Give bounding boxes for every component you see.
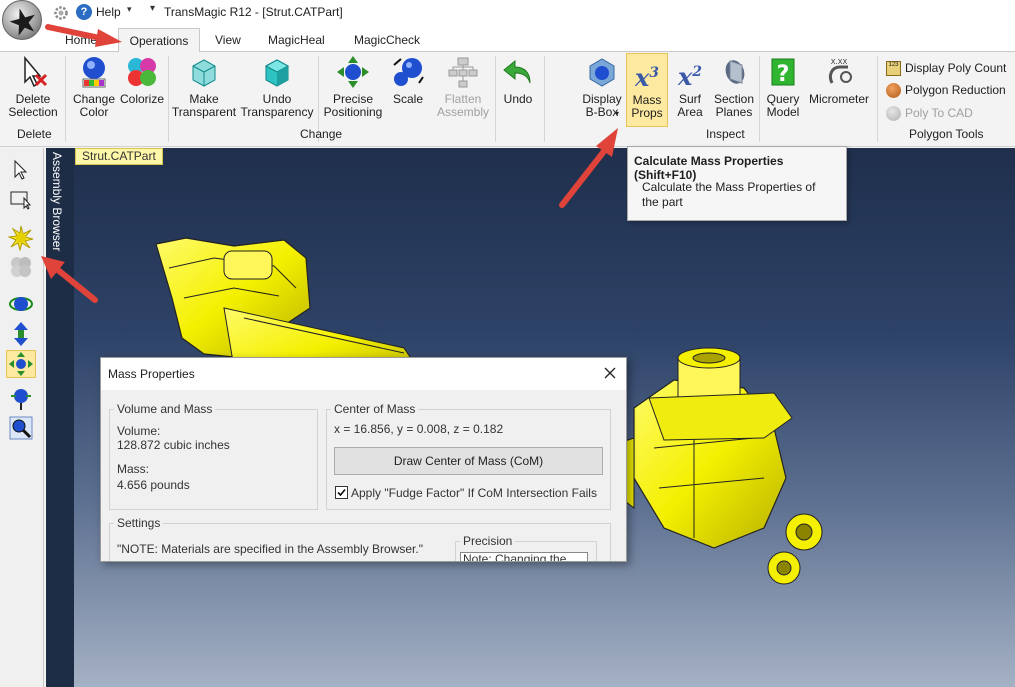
precision-legend: Precision [463,534,513,548]
mass-props-tooltip: Calculate Mass Properties (Shift+F10) Ca… [627,146,847,221]
tooltip-title: Calculate Mass Properties (Shift+F10) [634,154,784,182]
close-icon[interactable] [602,365,618,381]
annotation-arrows [41,24,618,303]
checkmark-icon [337,488,346,497]
center-of-mass-coords: x = 16.856, y = 0.008, z = 0.182 [334,422,504,436]
fudge-factor-checkbox[interactable] [335,486,348,499]
draw-center-of-mass-button[interactable]: Draw Center of Mass (CoM) [334,447,603,475]
mass-properties-dialog: Mass Properties Volume and Mass Volume: … [100,357,627,562]
volume-mass-group: Volume and Mass [109,402,318,510]
volume-label: Volume: [117,424,161,438]
arrow-to-operations-tab [45,24,122,47]
dialog-title: Mass Properties [108,367,195,381]
settings-note: "NOTE: Materials are specified in the As… [117,542,423,556]
center-of-mass-legend: Center of Mass [334,402,416,416]
volume-value: 128.872 cubic inches [117,438,230,452]
tooltip-body: Calculate the Mass Properties of the par… [642,180,816,209]
arrow-to-mass-props [559,128,618,208]
dialog-title-bar: Mass Properties [101,358,626,390]
precision-note: Note: Changing the [460,552,588,561]
fudge-factor-label: Apply "Fudge Factor" If CoM Intersection… [351,486,597,500]
arrow-to-highlight-tool [41,256,98,303]
settings-legend: Settings [117,516,161,530]
mass-label: Mass: [117,462,150,476]
mass-value: 4.656 pounds [117,478,190,492]
volume-mass-legend: Volume and Mass [117,402,213,416]
